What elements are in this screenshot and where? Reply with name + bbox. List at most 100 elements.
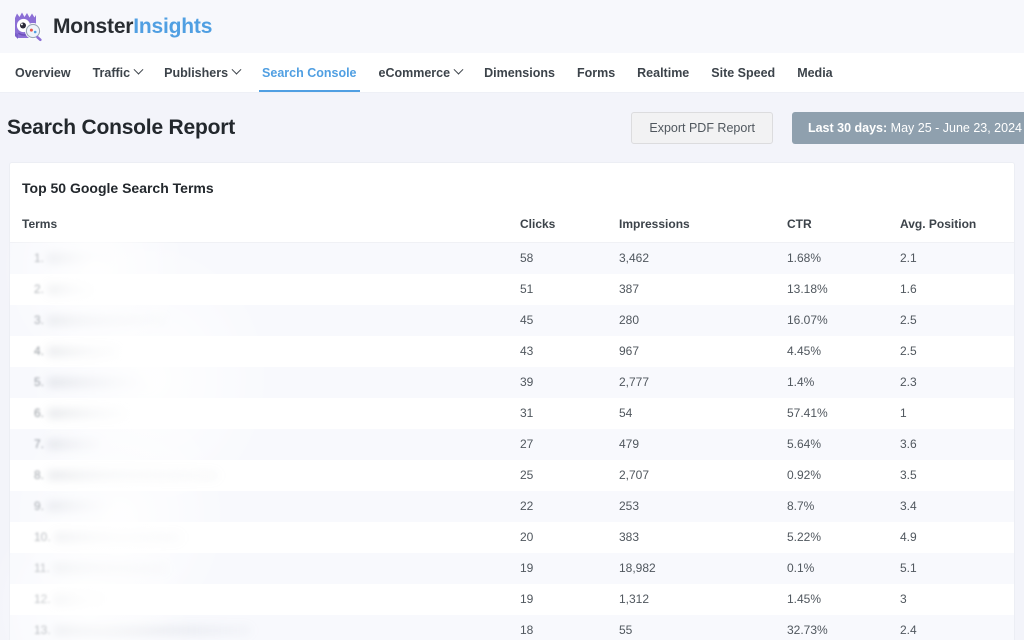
nav-item-publishers[interactable]: Publishers bbox=[153, 53, 251, 92]
cell-ctr: 8.7% bbox=[787, 491, 900, 522]
table-row[interactable]: 8.252,7070.92%3.5 bbox=[10, 460, 1014, 491]
app-root: MonsterInsights Overview TrafficPublisher… bbox=[0, 0, 1024, 640]
cell-clicks: 25 bbox=[520, 460, 619, 491]
table-head: Terms Clicks Impressions CTR Avg. Positi… bbox=[10, 211, 1014, 243]
cell-clicks: 22 bbox=[520, 491, 619, 522]
cell-impressions: 2,707 bbox=[619, 460, 787, 491]
term-text-redacted bbox=[48, 316, 166, 325]
table-row[interactable]: 9.222538.7%3.4 bbox=[10, 491, 1014, 522]
nav-item-dimensions[interactable]: Dimensions bbox=[473, 53, 566, 92]
cell-impressions: 479 bbox=[619, 429, 787, 460]
cell-clicks: 18 bbox=[520, 615, 619, 640]
cell-term: 13. bbox=[10, 615, 520, 640]
term-rank: 11. bbox=[34, 561, 50, 575]
nav-item-label: Dimensions bbox=[484, 66, 555, 80]
cell-term: 7. bbox=[10, 429, 520, 460]
cell-avg-position: 3 bbox=[900, 584, 1014, 615]
cell-clicks: 45 bbox=[520, 305, 619, 336]
nav-item-search-console[interactable]: Search Console bbox=[251, 53, 367, 92]
export-pdf-report-button[interactable]: Export PDF Report bbox=[631, 112, 773, 144]
cell-ctr: 1.4% bbox=[787, 367, 900, 398]
brand-name-secondary: Insights bbox=[133, 15, 212, 38]
nav-item-forms[interactable]: Forms bbox=[566, 53, 626, 92]
cell-ctr: 13.18% bbox=[787, 274, 900, 305]
column-header-impressions[interactable]: Impressions bbox=[619, 211, 787, 243]
term-text-redacted bbox=[48, 378, 152, 387]
cell-impressions: 55 bbox=[619, 615, 787, 640]
table-row[interactable]: 12.191,3121.45%3 bbox=[10, 584, 1014, 615]
table-row[interactable]: 13.185532.73%2.4 bbox=[10, 615, 1014, 640]
cell-avg-position: 3.5 bbox=[900, 460, 1014, 491]
nav-item-realtime[interactable]: Realtime bbox=[626, 53, 700, 92]
cell-term: 4. bbox=[10, 336, 520, 367]
term-text-redacted bbox=[48, 285, 92, 294]
nav-item-ecommerce[interactable]: eCommerce bbox=[368, 53, 474, 92]
nav-item-site-speed[interactable]: Site Speed bbox=[700, 53, 786, 92]
table-row[interactable]: 1.583,4621.68%2.1 bbox=[10, 243, 1014, 274]
table-row[interactable]: 6.315457.41%1 bbox=[10, 398, 1014, 429]
table-row[interactable]: 7.274795.64%3.6 bbox=[10, 429, 1014, 460]
cell-impressions: 18,982 bbox=[619, 553, 787, 584]
term-text-redacted bbox=[55, 533, 181, 542]
cell-term: 10. bbox=[10, 522, 520, 553]
cell-clicks: 19 bbox=[520, 553, 619, 584]
cell-avg-position: 2.4 bbox=[900, 615, 1014, 640]
cell-term: 1. bbox=[10, 243, 520, 274]
logo-band: MonsterInsights bbox=[0, 0, 1024, 53]
table-row[interactable]: 11.1918,9820.1%5.1 bbox=[10, 553, 1014, 584]
term-text-redacted bbox=[48, 409, 126, 418]
brand-wordmark: MonsterInsights bbox=[53, 15, 212, 39]
nav-item-media[interactable]: Media bbox=[786, 53, 843, 92]
cell-clicks: 20 bbox=[520, 522, 619, 553]
cell-impressions: 54 bbox=[619, 398, 787, 429]
nav-item-label: Overview bbox=[15, 66, 71, 80]
cell-avg-position: 1 bbox=[900, 398, 1014, 429]
column-header-avg-position[interactable]: Avg. Position bbox=[900, 211, 1014, 243]
term-text-redacted bbox=[48, 440, 100, 449]
cell-ctr: 0.1% bbox=[787, 553, 900, 584]
nav-item-label: Site Speed bbox=[711, 66, 775, 80]
term-text-redacted bbox=[48, 347, 118, 356]
cell-impressions: 383 bbox=[619, 522, 787, 553]
date-range-prefix: Last 30 days: bbox=[808, 121, 887, 135]
term-text-redacted bbox=[55, 626, 251, 635]
cell-term: 11. bbox=[10, 553, 520, 584]
cell-ctr: 5.22% bbox=[787, 522, 900, 553]
search-terms-table: Terms Clicks Impressions CTR Avg. Positi… bbox=[10, 211, 1014, 640]
nav-item-overview[interactable]: Overview bbox=[4, 53, 82, 92]
term-rank: 9. bbox=[34, 499, 44, 513]
cell-ctr: 1.45% bbox=[787, 584, 900, 615]
cell-avg-position: 3.6 bbox=[900, 429, 1014, 460]
nav-item-label: eCommerce bbox=[379, 66, 451, 80]
term-rank: 2. bbox=[34, 282, 44, 296]
table-row[interactable]: 5.392,7771.4%2.3 bbox=[10, 367, 1014, 398]
cell-avg-position: 4.9 bbox=[900, 522, 1014, 553]
column-header-clicks[interactable]: Clicks bbox=[520, 211, 619, 243]
table-row[interactable]: 3.4528016.07%2.5 bbox=[10, 305, 1014, 336]
cell-ctr: 16.07% bbox=[787, 305, 900, 336]
term-rank: 12. bbox=[34, 592, 51, 606]
cell-term: 6. bbox=[10, 398, 520, 429]
term-rank: 1. bbox=[34, 251, 44, 265]
cell-avg-position: 2.1 bbox=[900, 243, 1014, 274]
column-header-ctr[interactable]: CTR bbox=[787, 211, 900, 243]
term-text-redacted bbox=[54, 564, 166, 573]
page-title: Search Console Report bbox=[7, 116, 235, 140]
cell-term: 12. bbox=[10, 584, 520, 615]
table-row[interactable]: 2.5138713.18%1.6 bbox=[10, 274, 1014, 305]
cell-clicks: 39 bbox=[520, 367, 619, 398]
table-row[interactable]: 4.439674.45%2.5 bbox=[10, 336, 1014, 367]
brand-name-primary: Monster bbox=[53, 15, 133, 38]
cell-clicks: 31 bbox=[520, 398, 619, 429]
nav-item-traffic[interactable]: Traffic bbox=[82, 53, 154, 92]
table-row[interactable]: 10.203835.22%4.9 bbox=[10, 522, 1014, 553]
cell-ctr: 0.92% bbox=[787, 460, 900, 491]
column-header-terms[interactable]: Terms bbox=[10, 211, 520, 243]
date-range-selector[interactable]: Last 30 days: May 25 - June 23, 2024 bbox=[792, 112, 1024, 144]
cell-impressions: 387 bbox=[619, 274, 787, 305]
main-navigation: Overview TrafficPublishersSearch Console e… bbox=[0, 53, 1024, 93]
cell-impressions: 253 bbox=[619, 491, 787, 522]
chevron-down-icon bbox=[232, 65, 242, 75]
cell-clicks: 43 bbox=[520, 336, 619, 367]
cell-term: 2. bbox=[10, 274, 520, 305]
